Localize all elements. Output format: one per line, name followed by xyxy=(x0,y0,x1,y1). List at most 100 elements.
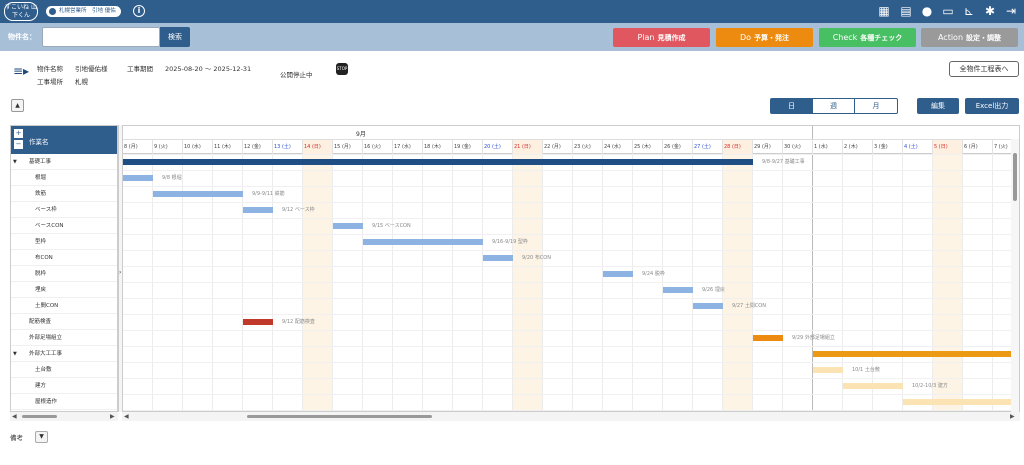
task-row[interactable]: ベース枠 xyxy=(11,203,117,218)
task-row[interactable]: 土台敷 xyxy=(11,363,117,378)
gantt-bar[interactable] xyxy=(663,287,693,293)
task-list-header: + − 作業名 xyxy=(11,126,117,154)
task-row[interactable]: 埋戻 xyxy=(11,283,117,298)
project-period-label: 工事期間 xyxy=(127,65,153,73)
gantt-bar[interactable] xyxy=(753,335,783,341)
vertical-scroll-thumb[interactable] xyxy=(1013,153,1017,201)
calendar-icon[interactable]: ▤ xyxy=(899,4,913,18)
plan-button[interactable]: Plan 見積作成 xyxy=(613,28,710,47)
search-button[interactable]: 検索 xyxy=(160,27,190,47)
project-name-value: 引地優佑様 xyxy=(75,65,108,73)
collapse-button[interactable]: ▲ xyxy=(11,99,24,112)
gantt-bar[interactable] xyxy=(363,239,483,245)
gantt-bar[interactable] xyxy=(903,399,1019,405)
vertical-scrollbar[interactable] xyxy=(1011,139,1019,412)
gantt-bar[interactable] xyxy=(813,351,1019,357)
user-badge: 札幌営業所 引地 優佑 xyxy=(46,6,121,17)
task-row[interactable]: 外部足場組立 xyxy=(11,331,117,346)
all-schedule-button[interactable]: 全物件工程表へ xyxy=(949,61,1019,77)
grid-row-line xyxy=(123,234,1019,235)
gantt-bar[interactable] xyxy=(333,223,363,229)
gantt-bar[interactable] xyxy=(603,271,633,277)
day-label: 2 (木) xyxy=(843,140,873,154)
task-row[interactable]: 脱枠 xyxy=(11,267,117,282)
task-row[interactable]: ▼ 基礎工事 xyxy=(11,155,117,170)
gantt-bar[interactable] xyxy=(813,367,843,373)
logout-icon[interactable]: ⇥ xyxy=(1004,4,1018,18)
action-button[interactable]: Action 設定・調整 xyxy=(921,28,1018,47)
grid-row-line xyxy=(123,298,1019,299)
gantt-bar[interactable] xyxy=(123,159,753,165)
search-input[interactable] xyxy=(42,27,160,47)
day-label: 5 (日) xyxy=(933,140,963,154)
stop-icon[interactable]: STOP xyxy=(336,63,348,75)
gantt-bar-label: 9/12 配筋検査 xyxy=(282,319,315,325)
task-row[interactable]: ▼ 外部大工工事 xyxy=(11,347,117,362)
task-row[interactable]: 布CON xyxy=(11,251,117,266)
grid-row-line xyxy=(123,410,1019,411)
edit-button[interactable]: 編集 xyxy=(917,98,959,114)
action-button-label: Action xyxy=(937,33,964,42)
task-name: 屋根造作 xyxy=(35,399,58,405)
gantt-bar[interactable] xyxy=(243,207,273,213)
scroll-right-icon[interactable]: ▶ xyxy=(110,412,115,421)
gantt-scroll-thumb[interactable] xyxy=(247,415,432,418)
task-row[interactable]: 根堀 xyxy=(11,171,117,186)
grid-row-line xyxy=(123,282,1019,283)
grid-column-line xyxy=(992,154,993,411)
task-list-scroll-thumb[interactable] xyxy=(22,415,57,418)
grid-row-line xyxy=(123,218,1019,219)
task-list-hscrollbar[interactable]: ◀ ▶ xyxy=(10,412,118,421)
task-row[interactable]: 鉄筋 xyxy=(11,187,117,202)
project-list-icon: ≡▸ xyxy=(13,64,30,78)
do-button-sublabel: 予算・発注 xyxy=(754,34,790,42)
grid-column-line xyxy=(482,154,483,411)
gantt-bar[interactable] xyxy=(243,319,273,325)
day-label: 11 (木) xyxy=(213,140,243,154)
grid-row-line xyxy=(123,250,1019,251)
note-toggle-button[interactable]: ▼ xyxy=(35,431,48,443)
gantt-bar-label: 9/8-9/27 基礎工事 xyxy=(762,159,805,165)
check-button[interactable]: Check 各種チェック xyxy=(819,28,916,47)
gantt-bar-label: 9/8 根堀 xyxy=(162,175,182,181)
project-place-label: 工事場所 xyxy=(37,78,63,86)
task-row[interactable]: 建方 xyxy=(11,379,117,394)
chat-icon[interactable]: ● xyxy=(920,4,934,18)
gantt-bar[interactable] xyxy=(123,175,153,181)
gantt-bar[interactable] xyxy=(483,255,513,261)
grid-column-line xyxy=(872,154,873,411)
chart-icon[interactable]: ⊾ xyxy=(962,4,976,18)
view-month-button[interactable]: 月 xyxy=(855,98,898,114)
gantt-bar[interactable] xyxy=(693,303,723,309)
app-logo[interactable]: すこいね 山下くん xyxy=(4,2,38,21)
gantt-hscrollbar[interactable]: ◀ ▶ xyxy=(122,412,1020,421)
collapse-all-icon[interactable]: − xyxy=(14,140,23,149)
view-day-button[interactable]: 日 xyxy=(770,98,813,114)
gantt-bar-label: 9/20 布CON xyxy=(522,255,551,261)
building-icon[interactable]: ▦ xyxy=(877,4,891,18)
do-button[interactable]: Do 予算・発注 xyxy=(716,28,813,47)
gear-icon[interactable]: ✱ xyxy=(983,4,997,18)
task-row[interactable]: 屋根造作 xyxy=(11,395,117,410)
task-row[interactable]: 土間CON xyxy=(11,299,117,314)
gantt-bar[interactable] xyxy=(153,191,243,197)
scroll-left-icon[interactable]: ◀ xyxy=(124,412,129,421)
expand-all-icon[interactable]: + xyxy=(14,129,23,138)
search-label: 物件名： xyxy=(8,33,36,41)
expand-toggle-icon[interactable]: ▼ xyxy=(13,155,17,170)
task-row[interactable]: 配筋検査 xyxy=(11,315,117,330)
excel-export-button[interactable]: Excel出力 xyxy=(965,98,1019,114)
task-name: 埋戻 xyxy=(35,287,47,293)
folder-icon[interactable]: ▭ xyxy=(941,4,955,18)
grid-column-line xyxy=(542,154,543,411)
expand-toggle-icon[interactable]: ▼ xyxy=(13,347,17,362)
holiday-column xyxy=(723,154,753,411)
gantt-bar[interactable] xyxy=(843,383,903,389)
view-week-button[interactable]: 週 xyxy=(813,98,855,114)
task-row[interactable]: 型枠 xyxy=(11,235,117,250)
info-icon[interactable]: i xyxy=(133,5,145,17)
grid-column-line xyxy=(782,154,783,411)
scroll-right-icon[interactable]: ▶ xyxy=(1010,412,1015,421)
scroll-left-icon[interactable]: ◀ xyxy=(12,412,17,421)
task-row[interactable]: ベースCON xyxy=(11,219,117,234)
